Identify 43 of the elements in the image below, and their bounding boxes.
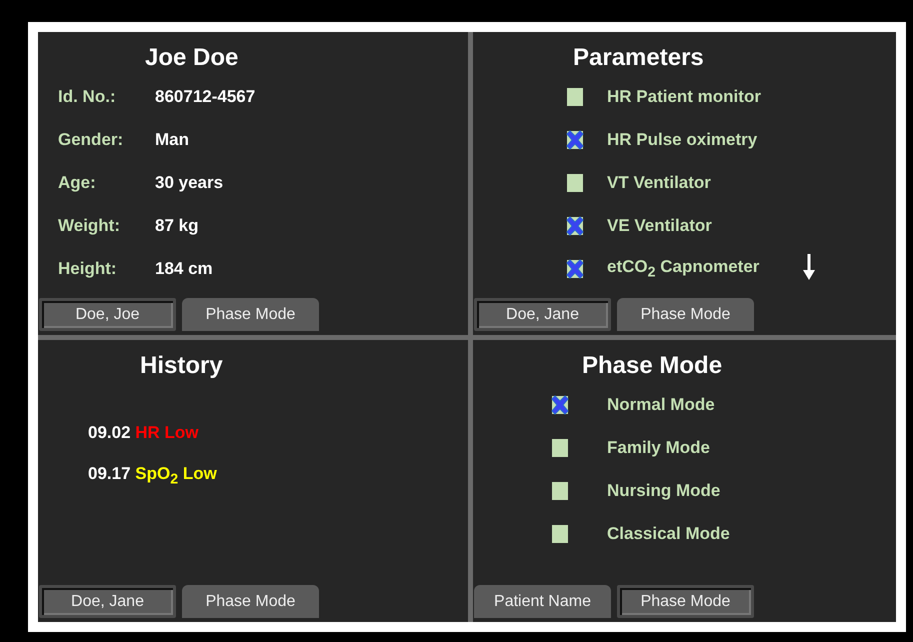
checkbox[interactable] bbox=[549, 394, 571, 416]
checkbox[interactable] bbox=[564, 129, 586, 151]
checkbox[interactable] bbox=[564, 258, 586, 280]
option-label: VT Ventilator bbox=[607, 173, 711, 193]
checkbox[interactable] bbox=[564, 86, 586, 108]
tab[interactable]: Doe, Jane bbox=[39, 585, 176, 618]
checkbox[interactable] bbox=[549, 480, 571, 502]
field-label: Height: bbox=[58, 259, 118, 279]
option-label: etCO$_{2}$ Capnometer bbox=[607, 257, 760, 281]
checkbox[interactable] bbox=[564, 215, 586, 237]
tab[interactable]: Phase Mode bbox=[182, 585, 319, 618]
field-value: 184 cm bbox=[155, 259, 213, 279]
tab[interactable]: Patient Name bbox=[474, 585, 611, 618]
field-label: Age: bbox=[58, 173, 97, 193]
tab[interactable]: Phase Mode bbox=[617, 298, 754, 331]
option-label: Classical Mode bbox=[607, 524, 730, 544]
option-label: HR Patient monitor bbox=[607, 87, 761, 107]
field-value: Man bbox=[155, 130, 189, 150]
history-entry: 09.17 SpO$_{2}$ Low bbox=[88, 464, 217, 488]
checkbox[interactable] bbox=[549, 437, 571, 459]
checkbox[interactable] bbox=[549, 523, 571, 545]
field-value: 87 kg bbox=[155, 216, 198, 236]
down-arrow-icon[interactable] bbox=[802, 254, 816, 280]
option-label: Nursing Mode bbox=[607, 481, 720, 501]
field-label: Id. No.: bbox=[58, 87, 117, 107]
option-label: HR Pulse oximetry bbox=[607, 130, 758, 150]
field-label: Weight: bbox=[58, 216, 122, 236]
tab[interactable]: Phase Mode bbox=[182, 298, 319, 331]
panel-title: Phase Mode bbox=[581, 351, 724, 381]
history-entry: 09.02 HR Low bbox=[88, 423, 199, 443]
panel-title: Parameters bbox=[572, 43, 705, 73]
option-label: VE Ventilator bbox=[607, 216, 712, 236]
option-label: Normal Mode bbox=[607, 395, 715, 415]
tab[interactable]: Phase Mode bbox=[617, 585, 754, 618]
field-value: 30 years bbox=[155, 173, 224, 193]
panel-title: Joe Doe bbox=[144, 43, 240, 73]
checkbox[interactable] bbox=[564, 172, 586, 194]
tab[interactable]: Doe, Joe bbox=[39, 298, 176, 331]
tab[interactable]: Doe, Jane bbox=[474, 298, 611, 331]
field-value: 860712-4567 bbox=[155, 87, 256, 107]
panel-title: History bbox=[139, 351, 224, 381]
field-label: Gender: bbox=[58, 130, 124, 150]
option-label: Family Mode bbox=[607, 438, 710, 458]
